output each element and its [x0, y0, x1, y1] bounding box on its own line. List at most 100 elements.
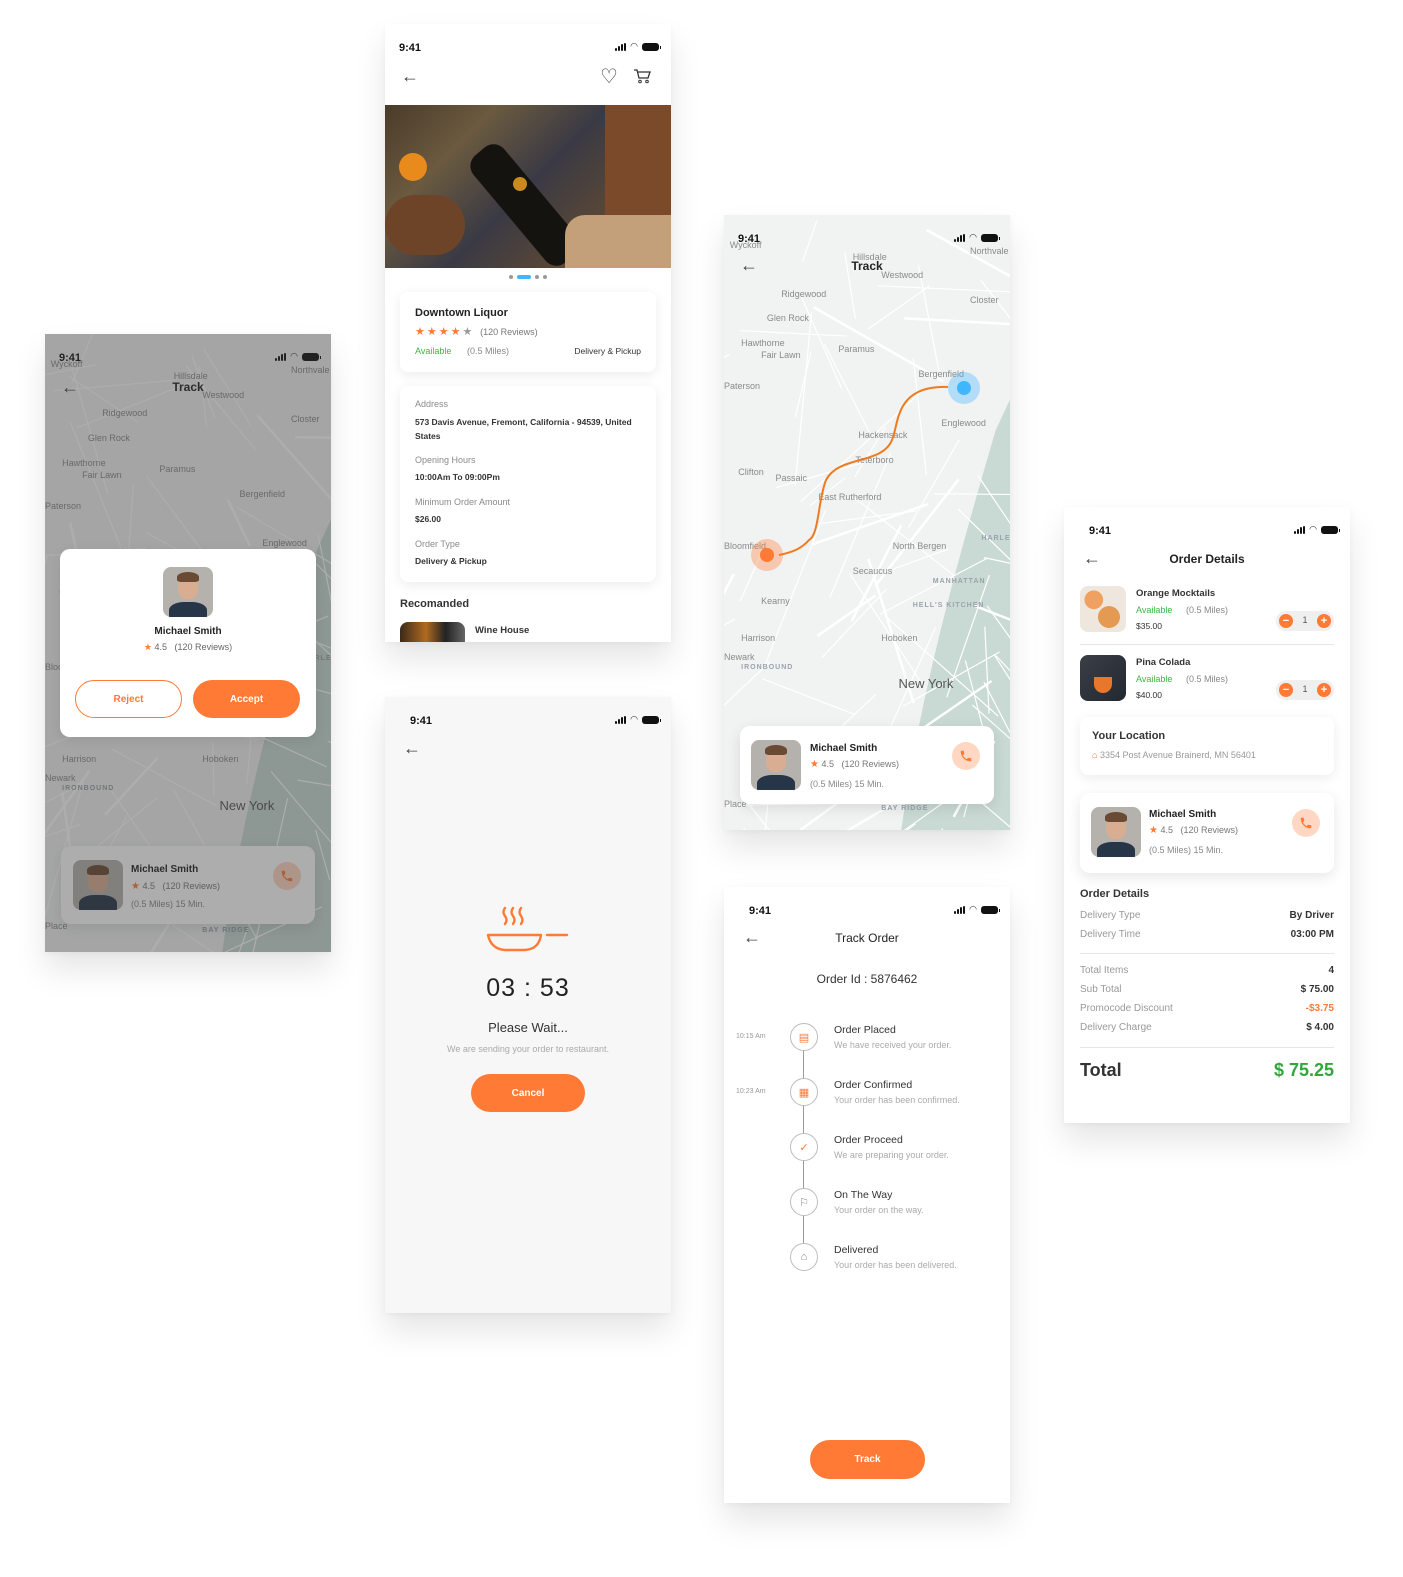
carousel-dot[interactable] — [543, 275, 547, 279]
battery-icon — [642, 715, 661, 724]
please-wait-screen: 9:41 ◠ ← 03 : 53 Please Wait... We are s… — [385, 697, 671, 1313]
item-distance: (0.5 Miles) — [1186, 605, 1229, 615]
store-info-card: Address 573 Davis Avenue, Fremont, Calif… — [400, 386, 656, 582]
discount-value: -$3.75 — [1305, 1003, 1334, 1014]
driver-rating: ★ 4.5 (120 Reviews) — [143, 642, 233, 652]
subtotal-value: $ 75.00 — [1300, 984, 1334, 995]
page-title: Track Order — [835, 931, 899, 945]
driver-rating: ★ 4.5 (120 Reviews) — [1149, 825, 1239, 836]
min-order-value: $26.00 — [415, 514, 441, 524]
star-filled-icon: ★ — [426, 326, 437, 338]
order-confirmed-icon: ▦ — [790, 1078, 818, 1106]
step-title: Delivered — [834, 1244, 879, 1256]
step-subtitle: Your order has been confirmed. — [834, 1095, 960, 1105]
cooking-pan-icon — [486, 906, 569, 952]
battery-icon — [1321, 525, 1340, 534]
cart-button[interactable] — [633, 68, 651, 89]
star-icon: ★ — [810, 759, 819, 770]
increment-button[interactable]: + — [1317, 614, 1331, 628]
signal-icon — [615, 715, 627, 724]
carousel-dot[interactable] — [535, 275, 539, 279]
review-count: (120 Reviews) — [480, 327, 538, 337]
signal-icon — [1294, 525, 1306, 534]
discount-label: Promocode Discount — [1080, 1003, 1173, 1014]
store-summary-card: Downtown Liquor ★ ★ ★ ★ ★ (120 Reviews) Avai… — [400, 292, 656, 372]
battery-icon — [981, 905, 1000, 914]
rating-stars: ★ ★ ★ ★ ★ — [415, 326, 474, 338]
track-order-screen: 9:41 ◠ ← Track Order Order Id : 5876462 … — [724, 887, 1010, 1503]
order-placed-icon: ▤ — [790, 1023, 818, 1051]
back-button[interactable]: ← — [403, 739, 421, 757]
divider — [1080, 1047, 1334, 1048]
favorite-button[interactable]: ♡ — [600, 64, 618, 89]
driver-name: Michael Smith — [1149, 809, 1217, 820]
increment-button[interactable]: + — [1317, 683, 1331, 697]
address-value: 573 Davis Avenue, Fremont, California - … — [415, 417, 632, 441]
order-id: Order Id : 5876462 — [816, 972, 918, 986]
product-image[interactable] — [385, 105, 671, 268]
location-heading: Your Location — [1092, 730, 1166, 742]
quantity-stepper: − 1 + — [1276, 611, 1334, 631]
delivery-type-value: By Driver — [1289, 910, 1334, 921]
wifi-icon: ◠ — [630, 41, 638, 51]
step-subtitle: We are preparing your order. — [834, 1150, 949, 1160]
step-subtitle: Your order has been delivered. — [834, 1260, 957, 1270]
driver-card[interactable]: Michael Smith ★ 4.5 (120 Reviews) (0.5 M… — [1080, 793, 1334, 873]
store-name: Downtown Liquor — [415, 307, 508, 319]
cart-icon — [634, 69, 651, 84]
phone-icon — [960, 750, 972, 762]
order-type-label: Order Type — [415, 539, 460, 549]
signal-icon — [615, 42, 627, 51]
driver-eta: (0.5 Miles) 15 Min. — [810, 779, 885, 789]
heart-icon: ♡ — [600, 66, 618, 88]
store-distance: (0.5 Miles) — [467, 346, 510, 356]
reject-button[interactable]: Reject — [75, 680, 182, 718]
driver-rating: ★ 4.5 (120 Reviews) — [810, 759, 900, 770]
order-modes: Delivery & Pickup — [574, 346, 641, 356]
driver-name: Michael Smith — [154, 626, 222, 637]
driver-avatar — [1091, 807, 1141, 857]
star-filled-icon: ★ — [438, 326, 449, 338]
step-time: 10:23 Am — [736, 1088, 766, 1095]
location-card[interactable]: Your Location ⌂ 3354 Post Avenue Brainer… — [1080, 717, 1334, 775]
cancel-button[interactable]: Cancel — [471, 1074, 585, 1112]
driver-request-screen: Wyckoff Hillsdale Westwood Northvale Ridgewo… — [45, 334, 331, 952]
subtotal-label: Sub Total — [1080, 984, 1122, 995]
carousel-dot[interactable] — [509, 275, 513, 279]
item-image — [1080, 586, 1126, 632]
carousel-dot-active[interactable] — [517, 275, 531, 279]
star-icon: ★ — [1149, 825, 1158, 836]
recommended-item-name: Wine House — [475, 625, 530, 636]
request-dialog: Michael Smith ★ 4.5 (120 Reviews) Reject… — [60, 549, 316, 737]
step-title: Order Confirmed — [834, 1079, 913, 1091]
accept-button[interactable]: Accept — [193, 680, 300, 718]
star-filled-icon: ★ — [415, 326, 425, 338]
battery-icon — [642, 42, 661, 51]
item-availability: Available — [1136, 674, 1173, 684]
item-name: Pina Colada — [1136, 657, 1191, 668]
driver-card[interactable]: Michael Smith ★ 4.5 (120 Reviews) (0.5 M… — [740, 726, 994, 804]
track-button[interactable]: Track — [810, 1440, 925, 1479]
delivery-time-label: Delivery Time — [1080, 929, 1141, 940]
opening-hours-value: 10:00Am To 09:00Pm — [415, 472, 500, 482]
delivery-charge-value: $ 4.00 — [1306, 1022, 1334, 1033]
driver-location-marker[interactable] — [948, 372, 980, 404]
driver-name: Michael Smith — [810, 743, 878, 754]
total-items-value: 4 — [1328, 965, 1334, 976]
carousel-dots[interactable] — [385, 275, 671, 279]
destination-marker[interactable] — [751, 539, 783, 571]
status-time: 9:41 — [1089, 525, 1112, 537]
status-time: 9:41 — [410, 715, 433, 727]
step-subtitle: We have received your order. — [834, 1040, 952, 1050]
call-button[interactable] — [1292, 809, 1320, 837]
recommended-item[interactable]: Wine House — [400, 622, 656, 642]
back-button[interactable]: ← — [401, 67, 419, 85]
page-title: Order Details — [1169, 552, 1245, 566]
driver-eta: (0.5 Miles) 15 Min. — [1149, 845, 1224, 855]
status-bar: 9:41 ◠ — [1064, 507, 1350, 547]
call-button[interactable] — [952, 742, 980, 770]
wifi-icon: ◠ — [969, 904, 977, 914]
driver-avatar — [751, 740, 801, 790]
status-bar: 9:41 ◠ — [385, 697, 671, 737]
driver-avatar — [163, 567, 213, 617]
